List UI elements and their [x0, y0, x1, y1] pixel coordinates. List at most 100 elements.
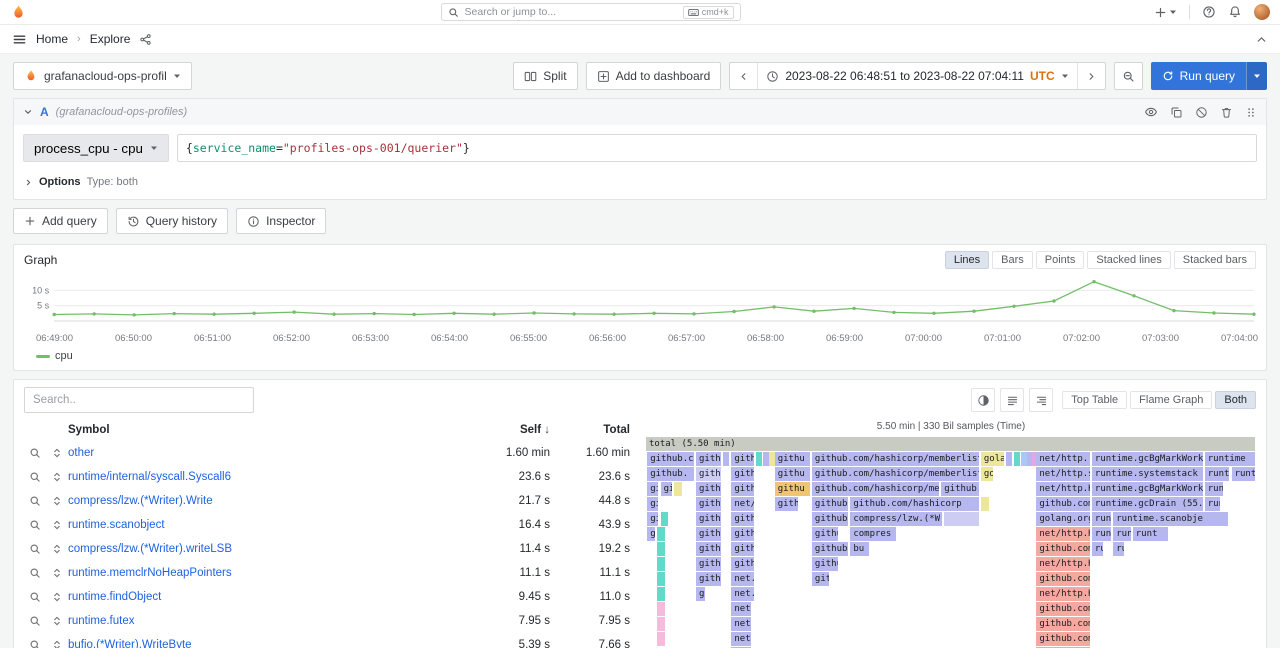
symbol-link[interactable]: runtime.scanobject: [68, 519, 480, 531]
search-symbol-icon[interactable]: [24, 471, 46, 483]
flame-node[interactable]: githu: [731, 527, 755, 541]
flame-node[interactable]: [981, 497, 990, 511]
flame-node[interactable]: net/http.(*c: [1036, 452, 1090, 466]
flame-node[interactable]: github.c: [812, 542, 849, 556]
breadcrumb-home[interactable]: Home: [36, 32, 68, 46]
symbol-link[interactable]: runtime.futex: [68, 615, 480, 627]
flame-node[interactable]: github.cc: [647, 452, 695, 466]
chart-legend[interactable]: cpu: [20, 344, 1260, 366]
sandwich-view-icon[interactable]: [46, 639, 68, 648]
flame-node[interactable]: githu: [696, 527, 722, 541]
flame-node[interactable]: runtime.scanobje: [1113, 512, 1229, 526]
flame-node[interactable]: runtime.gcBgMarkWorke: [1092, 452, 1204, 466]
symbol-link[interactable]: compress/lzw.(*Writer).Write: [68, 495, 480, 507]
flame-view-flame-graph[interactable]: Flame Graph: [1130, 391, 1212, 409]
global-search-input[interactable]: Search or jump to... cmd+k: [441, 3, 741, 21]
flame-node[interactable]: githu: [731, 542, 755, 556]
table-row[interactable]: runtime.futex 7.95 s 7.95 s: [24, 609, 636, 633]
table-row[interactable]: runtime/internal/syscall.Syscall6 23.6 s…: [24, 465, 636, 489]
flame-node[interactable]: githu: [731, 512, 755, 526]
flame-node[interactable]: runtime.gcBgMarkWorke: [1092, 482, 1204, 496]
search-symbol-icon[interactable]: [24, 447, 46, 459]
flame-node[interactable]: githu: [696, 512, 722, 526]
chevron-up-icon[interactable]: [1255, 33, 1268, 46]
flame-node[interactable]: githu: [812, 527, 839, 541]
graph-mode-points[interactable]: Points: [1036, 251, 1085, 269]
flame-node[interactable]: github.: [647, 467, 695, 481]
flame-node[interactable]: githu: [696, 482, 722, 496]
flame-node[interactable]: githu: [731, 482, 755, 496]
sandwich-view-icon[interactable]: [46, 471, 68, 483]
flame-node[interactable]: git: [661, 482, 673, 496]
symbol-link[interactable]: runtime.memclrNoHeapPointers: [68, 567, 480, 579]
flame-node[interactable]: runtime.systemstack (: [1092, 467, 1204, 481]
search-symbol-icon[interactable]: [24, 495, 46, 507]
flame-node[interactable]: gol: [981, 467, 994, 481]
flame-node[interactable]: net/http.Har: [1036, 557, 1090, 571]
profile-type-dropdown[interactable]: process_cpu - cpu: [23, 134, 169, 162]
flame-node[interactable]: github.com/hashicorp: [850, 497, 979, 511]
flame-node[interactable]: net/http.Han: [1036, 482, 1090, 496]
flame-node[interactable]: githu: [775, 482, 811, 496]
flame-node[interactable]: git: [647, 497, 659, 511]
column-header-self[interactable]: Self ↓: [480, 424, 550, 436]
add-to-dashboard-button[interactable]: Add to dashboard: [586, 62, 722, 90]
column-header-total[interactable]: Total: [550, 424, 636, 436]
flame-node[interactable]: ru: [1113, 542, 1125, 556]
flame-node[interactable]: github.com/c: [1036, 542, 1090, 556]
flame-node[interactable]: githu: [775, 452, 811, 466]
symbol-link[interactable]: runtime.findObject: [68, 591, 480, 603]
graph-mode-lines[interactable]: Lines: [945, 251, 989, 269]
add-query-button[interactable]: Add query: [13, 208, 108, 234]
flame-node[interactable]: net.(: [731, 602, 752, 616]
flame-node[interactable]: github.com/g: [1036, 497, 1090, 511]
sandwich-view-icon[interactable]: [46, 495, 68, 507]
flame-node[interactable]: gi: [647, 527, 656, 541]
flame-node[interactable]: run: [1205, 497, 1221, 511]
disable-query-icon[interactable]: [1195, 105, 1208, 119]
table-row[interactable]: compress/lzw.(*Writer).Write 21.7 s 44.8…: [24, 489, 636, 513]
flame-node[interactable]: [657, 632, 666, 646]
table-row[interactable]: runtime.memclrNoHeapPointers 11.1 s 11.1…: [24, 561, 636, 585]
flame-node[interactable]: compres: [850, 527, 896, 541]
search-symbol-icon[interactable]: [24, 639, 46, 648]
flame-node[interactable]: githu: [731, 467, 755, 481]
inspector-button[interactable]: Inspector: [236, 208, 326, 234]
flame-node[interactable]: [944, 512, 979, 526]
flame-node[interactable]: github.com/g: [1036, 632, 1090, 646]
help-icon[interactable]: [1202, 5, 1216, 19]
flame-node[interactable]: runti: [1232, 467, 1256, 481]
flame-node[interactable]: [657, 542, 666, 556]
flame-node[interactable]: net.(: [731, 617, 752, 631]
flame-node[interactable]: [657, 617, 666, 631]
notifications-bell-icon[interactable]: [1228, 5, 1242, 19]
run-query-interval-dropdown[interactable]: [1246, 62, 1267, 90]
flame-node[interactable]: githu: [731, 452, 755, 466]
flame-node[interactable]: [1006, 452, 1013, 466]
flame-node[interactable]: net/h: [731, 497, 755, 511]
flame-node[interactable]: [661, 512, 670, 526]
flame-node[interactable]: github.c: [941, 482, 979, 496]
flame-node[interactable]: [657, 572, 666, 586]
table-row[interactable]: runtime.findObject 9.45 s 11.0 s: [24, 585, 636, 609]
flame-node[interactable]: net/http.Har: [1036, 587, 1090, 601]
flame-node[interactable]: runtime: [1205, 452, 1256, 466]
flame-node[interactable]: githu: [731, 557, 755, 571]
flame-node[interactable]: rur: [1092, 542, 1104, 556]
label-selector-input[interactable]: {service_name="profiles-ops-001/querier"…: [177, 134, 1257, 162]
column-header-symbol[interactable]: Symbol: [68, 424, 480, 436]
flame-node[interactable]: bu: [850, 542, 870, 556]
color-scheme-toggle[interactable]: [971, 388, 995, 412]
time-shift-forward-button[interactable]: [1077, 63, 1105, 89]
flame-node[interactable]: gith: [775, 497, 799, 511]
search-symbol-icon[interactable]: [24, 615, 46, 627]
symbol-link[interactable]: compress/lzw.(*Writer).writeLSB: [68, 543, 480, 555]
flame-node[interactable]: githu: [696, 557, 722, 571]
flame-node[interactable]: [674, 482, 683, 496]
flame-node[interactable]: gola: [981, 452, 1005, 466]
flame-node[interactable]: runt: [1133, 527, 1170, 541]
flame-node[interactable]: golang.org/x: [1036, 512, 1090, 526]
remove-query-trash-icon[interactable]: [1220, 105, 1233, 119]
flame-node[interactable]: githu: [696, 497, 722, 511]
flame-node[interactable]: compress/lzw.(*W: [850, 512, 943, 526]
